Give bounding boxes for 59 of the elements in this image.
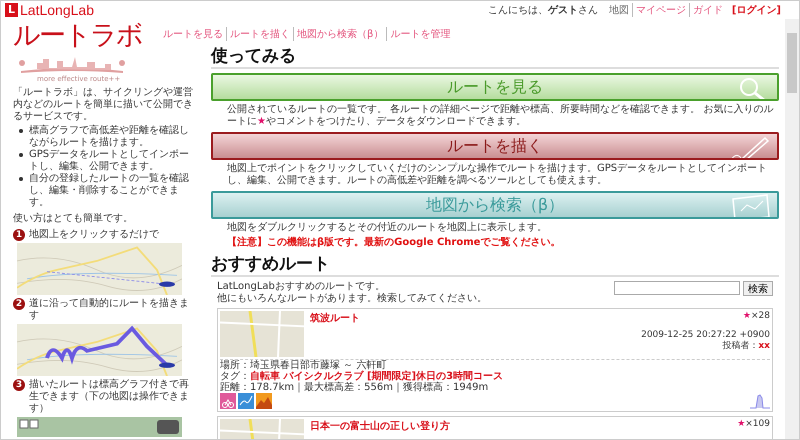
sub-nav-link[interactable]: ルートを描く [226, 27, 290, 41]
sub-nav-link[interactable]: ルートを管理 [386, 27, 450, 41]
header-link[interactable]: [ログイン] [732, 3, 781, 17]
wave-icon [238, 393, 254, 409]
tag-label: タグ： [220, 371, 250, 382]
route-date: 2009-12-25 20:27:22 +0900 [641, 330, 770, 340]
search-button[interactable]: 検索 [743, 281, 773, 296]
intro-text: 「ルートラボ」は、サイクリングや運営内などのルートを簡単に描いて公開できるサービスです。 [13, 87, 193, 123]
intro-line: 他にもいろんなルートがあります。検索してみてください。 [217, 293, 487, 305]
step-number: 1 [13, 229, 25, 241]
action-description: 地図をダブルクリックするとその付近のルートを地図上に表示します。 [227, 222, 548, 234]
poster-link[interactable]: xx [758, 341, 770, 351]
route-title[interactable]: 筑波ルート [310, 313, 360, 324]
intro-line: LatLongLabおすすめのルートです。 [217, 281, 386, 292]
route-stats: 距離：178.7km｜最大標高差：556m｜獲得標高：1949m [220, 382, 490, 393]
feature-item: 自分の登録したルートの一覧を確認し、編集・削除することができます。 [29, 173, 190, 209]
favorite-count: ×109 [745, 419, 770, 429]
bullet-icon [19, 129, 23, 133]
action-description: 公開されているルートの一覧です。 各ルートの詳細ページで距離や標高、所要時間などを確認できます。 お気に入りのルートに★やコメントをつけたり、データをダウンロードできます。 [227, 104, 774, 128]
action-button[interactable]: ルートを見る [211, 73, 779, 101]
elevation-icon [256, 393, 272, 409]
tag-links[interactable]: 自転車 バイシクルクラブ [期間限定]休日の3時間コース [250, 371, 504, 382]
step-number: 2 [13, 298, 25, 310]
favorite-count: ×28 [751, 311, 770, 321]
pen-icon [731, 134, 771, 158]
elevation-sparkline [750, 393, 770, 409]
header-link[interactable]: マイページ [632, 3, 686, 17]
brand-name[interactable]: LatLongLab [20, 2, 94, 18]
step-number: 3 [13, 379, 25, 391]
step-text: 描いたルートは標高グラフ付きで再生できます（下の地図は操作できます） [29, 379, 190, 415]
greeting: こんにちは、ゲストさん [488, 4, 598, 17]
bullet-icon [19, 177, 23, 181]
sub-nav-link[interactable]: ルートを見る [163, 27, 223, 41]
header-link[interactable]: ガイド [688, 3, 723, 17]
feature-item: GPSデータをルートとしてインポートし、編集、公開できます。 [29, 149, 190, 172]
section-heading: おすすめルート [211, 253, 779, 277]
feature-item: 標高グラフで高低差や距離を確認しながらルートを描けます。 [29, 125, 190, 149]
route-title[interactable]: 日本一の富士山の正しい登り方 [310, 421, 450, 432]
header-link[interactable]: 地図 [608, 3, 629, 17]
step-text: 道に沿って自動的にルートを描きます [29, 298, 190, 322]
scroll-bar[interactable] [785, 19, 799, 439]
section-heading: 使ってみる [211, 45, 779, 69]
star-icon: ★ [742, 311, 751, 321]
map-thumbnail[interactable] [220, 311, 304, 357]
notice-text: 【注意】この機能はβ版です。最新のGoogle Chromeでご覧ください。 [227, 235, 562, 249]
step-text: 地図上をクリックするだけで [29, 229, 159, 241]
search-field[interactable] [614, 281, 740, 295]
map-icon [731, 193, 771, 217]
logo-title[interactable]: ルートラボ [13, 19, 142, 53]
sub-nav-link[interactable]: 地図から検索（β） [293, 27, 384, 41]
rider-icon [220, 393, 236, 409]
route-place: 場所：埼玉県春日部市藤塚 ～ 六軒町 [220, 360, 388, 371]
poster-label: 投稿者： [722, 341, 758, 351]
action-button[interactable]: ルートを描く [211, 132, 779, 160]
note-text: 使い方はとても簡単です。 [13, 212, 134, 225]
action-description: 地図上でポイントをクリックしていくだけのシンプルな操作でルートを描けます。GPSデータをルートとしてインポートし、編集、公開できます。ルートの高低差や距離を調べるツールとしても使えます。 [227, 163, 768, 187]
bullet-icon [19, 153, 23, 157]
logo-mark: L [5, 3, 18, 17]
star-icon: ★ [737, 419, 746, 429]
